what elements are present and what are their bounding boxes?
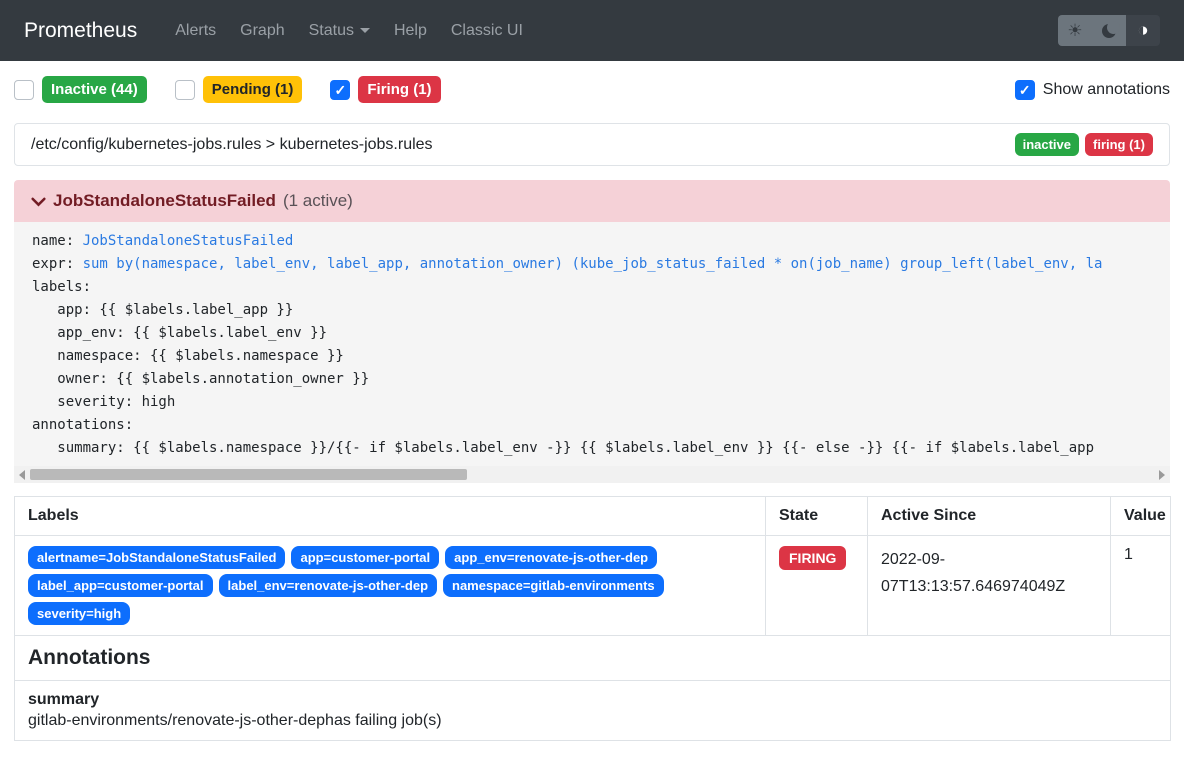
code-line: owner: {{ $labels.annotation_owner }} xyxy=(32,368,1170,391)
chevron-down-icon xyxy=(30,193,47,210)
theme-toggle-group: ☀ ◑ xyxy=(1058,15,1160,46)
filter-inactive-44[interactable]: Inactive (44) xyxy=(14,76,147,103)
alert-accordion-header[interactable]: JobStandaloneStatusFailed (1 active) xyxy=(14,180,1170,222)
code-key: app_env: {{ $labels.label_env }} xyxy=(32,325,327,341)
nav-links: AlertsGraphStatusHelpClassic UI xyxy=(163,14,535,48)
code-key: namespace: {{ $labels.namespace }} xyxy=(32,348,344,364)
annotations-header-row: Annotations xyxy=(15,636,1171,681)
alert-active-count: (1 active) xyxy=(283,191,353,211)
code-line: namespace: {{ $labels.namespace }} xyxy=(32,345,1170,368)
label-badge: label_env=renovate-js-other-dep xyxy=(219,574,437,597)
label-badge: namespace=gitlab-environments xyxy=(443,574,664,597)
nav-item-help[interactable]: Help xyxy=(382,14,439,48)
code-key: summary: {{ $labels.namespace }}/{{- if … xyxy=(32,440,1094,456)
moon-icon xyxy=(1102,24,1116,38)
brand-link[interactable]: Prometheus xyxy=(24,19,137,43)
navbar: Prometheus AlertsGraphStatusHelpClassic … xyxy=(0,0,1184,61)
scrollbar-thumb[interactable] xyxy=(30,469,467,480)
rule-group-badges: inactive firing (1) xyxy=(1015,133,1153,156)
code-value: JobStandaloneStatusFailed xyxy=(83,233,294,249)
rule-group-title: /etc/config/kubernetes-jobs.rules > kube… xyxy=(31,136,433,154)
code-key: name: xyxy=(32,233,83,249)
code-line: expr: sum by(namespace, label_env, label… xyxy=(32,253,1170,276)
filter-checkbox[interactable] xyxy=(14,80,34,100)
horizontal-scrollbar[interactable] xyxy=(14,466,1170,483)
alert-instance-row: alertname=JobStandaloneStatusFailed app=c… xyxy=(15,536,1171,636)
show-annotations-label: Show annotations xyxy=(1043,81,1170,99)
rule-badge-firing-1: firing (1) xyxy=(1085,133,1153,156)
filter-firing-1[interactable]: Firing (1) xyxy=(330,76,440,103)
value-cell: 1 xyxy=(1111,536,1171,636)
code-line: name: JobStandaloneStatusFailed xyxy=(32,230,1170,253)
column-header-state: State xyxy=(766,497,868,536)
filter-checkbox[interactable] xyxy=(175,80,195,100)
labels-cell: alertname=JobStandaloneStatusFailed app=c… xyxy=(15,536,766,636)
code-line: summary: {{ $labels.namespace }}/{{- if … xyxy=(32,437,1170,460)
column-header-value: Value xyxy=(1111,497,1171,536)
annotation-key: summary xyxy=(28,691,1157,709)
code-key: severity: high xyxy=(32,394,175,410)
code-key: annotations: xyxy=(32,417,133,433)
dark-theme-button[interactable] xyxy=(1092,15,1126,46)
state-cell: FIRING xyxy=(766,536,868,636)
active-since-cell: 2022-09-07T13:13:57.646974049Z xyxy=(868,536,1111,636)
code-value: sum by(namespace, label_env, label_app, … xyxy=(83,256,1103,272)
sun-icon: ☀ xyxy=(1067,21,1082,41)
nav-item-status[interactable]: Status xyxy=(297,14,382,48)
column-header-labels: Labels xyxy=(15,497,766,536)
show-annotations-toggle[interactable]: Show annotations xyxy=(1015,80,1170,100)
code-line: annotations: xyxy=(32,414,1170,437)
alert-value: 1 xyxy=(1124,546,1157,564)
annotation-row: summary gitlab-environments/renovate-js-o… xyxy=(15,681,1171,741)
alert-rule-name: JobStandaloneStatusFailed xyxy=(53,191,276,211)
annotation-cell: summary gitlab-environments/renovate-js-o… xyxy=(15,681,1171,741)
dropdown-caret-icon xyxy=(360,28,370,33)
rule-group-card: /etc/config/kubernetes-jobs.rules > kube… xyxy=(14,123,1170,166)
label-badge: app=customer-portal xyxy=(291,546,439,569)
code-key: app: {{ $labels.label_app }} xyxy=(32,302,293,318)
rule-badge-inactive: inactive xyxy=(1015,133,1079,156)
nav-item-graph[interactable]: Graph xyxy=(228,14,296,48)
filter-pending-1[interactable]: Pending (1) xyxy=(175,76,303,103)
scroll-left-arrow-icon[interactable] xyxy=(19,470,25,480)
rule-definition-code: name: JobStandaloneStatusFailedexpr: sum… xyxy=(14,222,1170,483)
alert-instances-table: LabelsStateActive SinceValue alertname=J… xyxy=(14,496,1171,741)
light-theme-button[interactable]: ☀ xyxy=(1058,15,1092,46)
code-line: app: {{ $labels.label_app }} xyxy=(32,299,1170,322)
column-header-active-since: Active Since xyxy=(868,497,1111,536)
code-line: app_env: {{ $labels.label_env }} xyxy=(32,322,1170,345)
auto-theme-button[interactable]: ◑ xyxy=(1126,15,1160,46)
code-key: owner: {{ $labels.annotation_owner }} xyxy=(32,371,369,387)
active-since-value: 2022-09-07T13:13:57.646974049Z xyxy=(881,546,1097,600)
table-header-row: LabelsStateActive SinceValue xyxy=(15,497,1171,536)
annotation-value: gitlab-environments/renovate-js-other-de… xyxy=(28,712,1157,730)
label-badge: app_env=renovate-js-other-dep xyxy=(445,546,657,569)
label-badge: alertname=JobStandaloneStatusFailed xyxy=(28,546,285,569)
code-line: labels: xyxy=(32,276,1170,299)
label-badge: label_app=customer-portal xyxy=(28,574,213,597)
filter-badge: Firing (1) xyxy=(358,76,440,103)
nav-item-classic-ui[interactable]: Classic UI xyxy=(439,14,535,48)
annotations-header: Annotations xyxy=(15,636,1171,681)
show-annotations-checkbox[interactable] xyxy=(1015,80,1035,100)
state-badge: FIRING xyxy=(779,546,846,570)
filter-badge: Pending (1) xyxy=(203,76,303,103)
code-line: severity: high xyxy=(32,391,1170,414)
filter-checkbox[interactable] xyxy=(330,80,350,100)
code-key: labels: xyxy=(32,279,91,295)
code-key: expr: xyxy=(32,256,83,272)
filter-badge: Inactive (44) xyxy=(42,76,147,103)
label-badge: severity=high xyxy=(28,602,130,625)
half-circle-icon: ◑ xyxy=(1137,21,1148,40)
scroll-right-arrow-icon[interactable] xyxy=(1159,470,1165,480)
filters-bar: Inactive (44) Pending (1) Firing (1) Show … xyxy=(14,76,1170,103)
nav-item-alerts[interactable]: Alerts xyxy=(163,14,228,48)
